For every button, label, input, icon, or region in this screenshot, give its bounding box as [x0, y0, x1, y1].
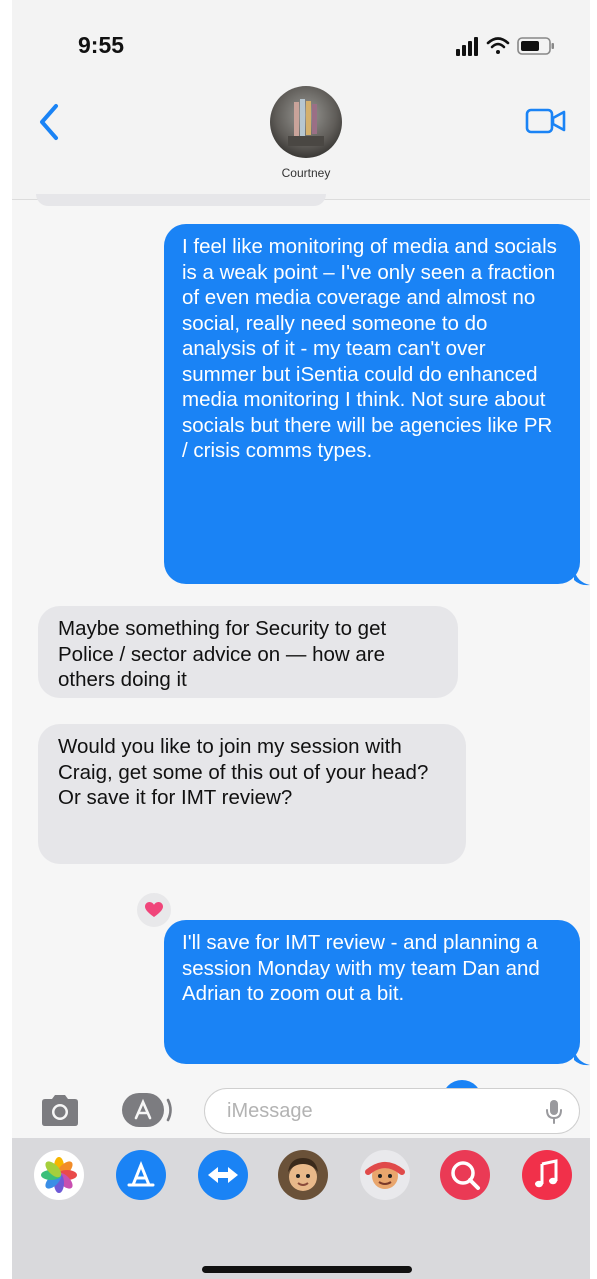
- status-icons: [456, 37, 554, 56]
- app-store-app-button[interactable]: [116, 1150, 166, 1200]
- camera-button[interactable]: [40, 1092, 80, 1128]
- bubble-tail: [574, 568, 590, 586]
- message-field[interactable]: [204, 1088, 580, 1134]
- messages-screen: 9:55 Courtney I feel like monitoring of …: [12, 0, 590, 1279]
- app-store-icon: [122, 1093, 172, 1127]
- contact-name[interactable]: Courtney: [232, 166, 380, 180]
- camera-icon: [42, 1095, 78, 1126]
- apps-button[interactable]: [120, 1092, 174, 1128]
- app-store-icon: [127, 1160, 155, 1187]
- app-drawer: [12, 1138, 590, 1279]
- microphone-icon: [546, 1100, 562, 1124]
- message-list[interactable]: I feel like monitoring of media and soci…: [12, 194, 590, 1120]
- status-bar: 9:55: [12, 0, 590, 72]
- music-icon: [535, 1159, 558, 1188]
- incoming-message[interactable]: Maybe something for Security to get Poli…: [38, 606, 458, 698]
- previous-message-edge: [36, 194, 326, 206]
- photos-app-button[interactable]: [34, 1150, 84, 1200]
- outgoing-message[interactable]: I feel like monitoring of media and soci…: [164, 224, 580, 584]
- bubble-tail: [574, 1048, 590, 1066]
- photos-icon: [41, 1157, 77, 1193]
- memoji-icon: [288, 1158, 318, 1191]
- heart-icon: [145, 902, 163, 917]
- music-app-button[interactable]: [522, 1150, 572, 1200]
- status-time: 9:55: [78, 32, 125, 58]
- back-button[interactable]: [34, 100, 66, 144]
- conversation-header: Courtney: [12, 72, 590, 200]
- cellular-signal-icon: [456, 37, 478, 56]
- audio-message-icon: [208, 1167, 238, 1183]
- incoming-message[interactable]: Would you like to join my session with C…: [38, 724, 466, 864]
- images-search-app-button[interactable]: [440, 1150, 490, 1200]
- microphone-button[interactable]: [545, 1099, 563, 1125]
- facetime-video-button[interactable]: [524, 106, 568, 136]
- audio-message-app-button[interactable]: [198, 1150, 248, 1200]
- images-search-icon: [451, 1161, 480, 1190]
- heart-reaction-badge[interactable]: [134, 890, 174, 930]
- video-camera-icon: [525, 108, 566, 134]
- battery-icon: [517, 37, 554, 55]
- chevron-left-icon: [40, 104, 58, 140]
- memoji-stickers-app-button[interactable]: [360, 1150, 410, 1200]
- home-indicator[interactable]: [202, 1266, 412, 1273]
- outgoing-message[interactable]: I'll save for IMT review - and planning …: [164, 920, 580, 1064]
- message-input[interactable]: [227, 1095, 527, 1127]
- memoji-app-button[interactable]: [278, 1150, 328, 1200]
- memoji-stickers-icon: [365, 1162, 405, 1189]
- contact-avatar[interactable]: [270, 86, 342, 158]
- wifi-icon: [486, 37, 510, 54]
- compose-bar: [12, 1088, 590, 1136]
